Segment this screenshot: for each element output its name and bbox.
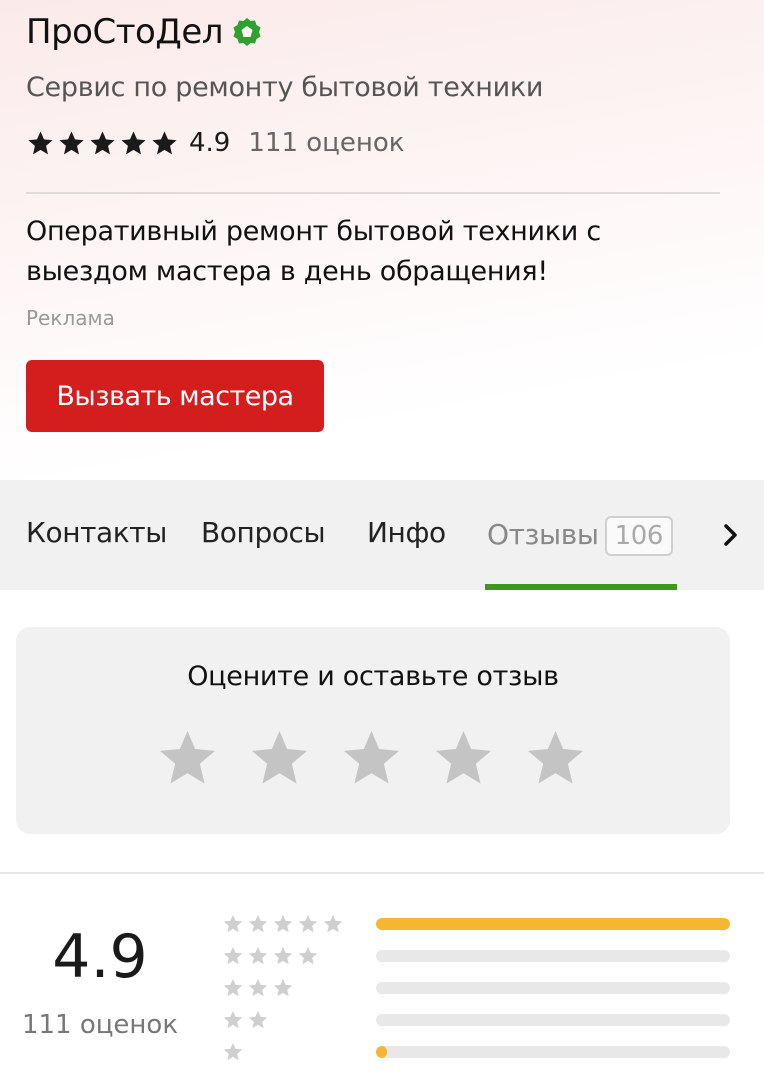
company-subtitle: Сервис по ремонту бытовой техники bbox=[26, 72, 544, 103]
distribution-bar bbox=[376, 918, 730, 930]
chevron-right-icon[interactable] bbox=[716, 520, 746, 550]
rate-star-5-icon[interactable] bbox=[524, 727, 587, 790]
star-icon bbox=[298, 946, 318, 965]
star-icon bbox=[28, 130, 53, 154]
rate-star-3-icon[interactable] bbox=[340, 727, 403, 790]
distribution-row-1[interactable] bbox=[222, 1038, 730, 1066]
verified-badge-icon bbox=[231, 16, 263, 48]
star-icon bbox=[223, 1042, 243, 1061]
star-icon bbox=[248, 914, 268, 933]
rating-row[interactable]: 4.9 111 оценок bbox=[26, 128, 404, 158]
tab-questions[interactable]: Вопросы bbox=[201, 516, 326, 549]
star-icon bbox=[273, 978, 293, 997]
distribution-bar bbox=[376, 950, 730, 962]
distribution-row-4[interactable] bbox=[222, 942, 730, 970]
call-master-button[interactable]: Вызвать мастера bbox=[26, 360, 324, 432]
review-card: Оцените и оставьте отзыв bbox=[16, 627, 730, 834]
star-icon bbox=[248, 946, 268, 965]
tab-reviews-label: Отзывы bbox=[487, 518, 599, 551]
star-icon bbox=[223, 946, 243, 965]
rate-star-4-icon[interactable] bbox=[432, 727, 495, 790]
star-icon bbox=[223, 978, 243, 997]
distribution-stars bbox=[222, 1009, 372, 1031]
rating-stars bbox=[26, 129, 179, 158]
star-icon bbox=[90, 130, 115, 154]
divider bbox=[0, 872, 764, 874]
distribution-stars bbox=[222, 913, 372, 935]
tab-reviews[interactable]: Отзывы 106 bbox=[487, 516, 673, 556]
distribution-bar-fill bbox=[376, 1046, 387, 1058]
rating-count[interactable]: 111 оценок bbox=[248, 128, 404, 158]
star-icon bbox=[121, 130, 146, 154]
tab-contacts[interactable]: Контакты bbox=[26, 516, 167, 549]
distribution-stars bbox=[222, 945, 372, 967]
promo-text: Оперативный ремонт бытовой техники с вые… bbox=[26, 216, 601, 287]
review-star-input bbox=[156, 727, 587, 790]
star-icon bbox=[248, 1010, 268, 1029]
title-row: ПроСтоДел bbox=[26, 12, 263, 52]
distribution-bar-fill bbox=[376, 918, 730, 930]
distribution-bar bbox=[376, 1014, 730, 1026]
summary-rating-value: 4.9 bbox=[52, 922, 148, 992]
active-tab-indicator bbox=[485, 584, 677, 590]
review-prompt: Оцените и оставьте отзыв bbox=[187, 661, 559, 692]
star-icon bbox=[298, 914, 318, 933]
distribution-bar bbox=[376, 1046, 730, 1058]
reviews-count-badge: 106 bbox=[604, 516, 673, 556]
star-icon bbox=[59, 130, 84, 154]
rating-value: 4.9 bbox=[189, 128, 231, 158]
star-icon bbox=[323, 914, 343, 933]
divider bbox=[26, 192, 720, 194]
distribution-stars bbox=[222, 977, 372, 999]
distribution-bar bbox=[376, 982, 730, 994]
tab-info[interactable]: Инфо bbox=[367, 516, 446, 549]
company-header: ПроСтоДел Сервис по ремонту бытовой техн… bbox=[0, 0, 764, 480]
rate-star-2-icon[interactable] bbox=[248, 727, 311, 790]
star-icon bbox=[273, 946, 293, 965]
ad-label: Реклама bbox=[26, 306, 115, 330]
distribution-row-2[interactable] bbox=[222, 1006, 730, 1034]
rate-star-1-icon[interactable] bbox=[156, 727, 219, 790]
summary-rating-count: 111 оценок bbox=[21, 1010, 179, 1040]
star-icon bbox=[248, 978, 268, 997]
star-icon bbox=[223, 914, 243, 933]
distribution-row-3[interactable] bbox=[222, 974, 730, 1002]
distribution-row-5[interactable] bbox=[222, 910, 730, 938]
distribution-stars bbox=[222, 1041, 372, 1063]
star-icon bbox=[273, 914, 293, 933]
star-icon bbox=[223, 1010, 243, 1029]
tab-bar: Контакты Вопросы Инфо Отзывы 106 bbox=[0, 480, 764, 590]
company-title: ПроСтоДел bbox=[26, 12, 224, 52]
star-icon bbox=[152, 130, 177, 154]
